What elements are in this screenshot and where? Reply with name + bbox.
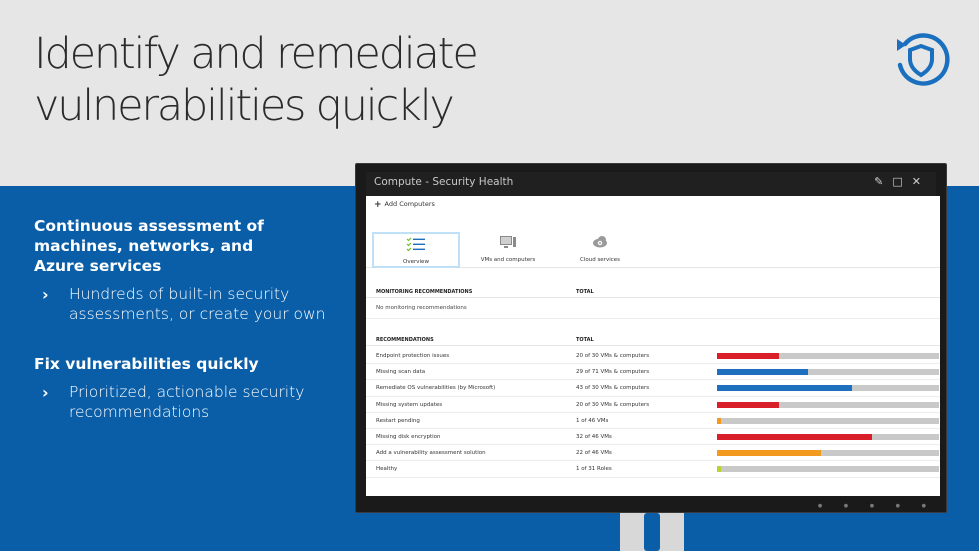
- recommendation-total: 1 of 31 Roles: [576, 466, 612, 473]
- computer-icon: [500, 236, 516, 248]
- pin-icon[interactable]: ✎: [874, 175, 892, 188]
- progress-fill: [717, 417, 722, 424]
- column-header: RECOMMENDATIONS: [376, 337, 434, 343]
- progress-track: [717, 401, 939, 408]
- empty-message: No monitoring recommendations: [376, 305, 467, 311]
- progress-track: [717, 369, 939, 376]
- close-icon[interactable]: ✕: [912, 175, 930, 188]
- progress-fill: [717, 385, 853, 392]
- progress-fill: [717, 433, 873, 440]
- progress-fill: [717, 369, 809, 376]
- bezel-buttons: ● ● ● ● ●: [817, 503, 936, 509]
- recommendation-total: 43 of 30 VMs & computers: [576, 385, 650, 392]
- window-title: Compute - Security Health: [374, 176, 514, 188]
- recommendation-total: 20 of 30 VMs & computers: [576, 353, 650, 359]
- recommendation-row[interactable]: Missing system updates 20 of 30 VMs & com…: [366, 397, 940, 413]
- recommendations-header: RECOMMENDATIONS TOTAL: [366, 332, 940, 346]
- heading-line: Fix vulnerabilities quickly: [34, 355, 259, 373]
- recommendation-name: Missing scan data: [376, 369, 426, 376]
- heading-line: Azure services: [34, 257, 162, 275]
- recommendation-name: Restart pending: [376, 417, 420, 424]
- monitor: Compute - Security Health ✎□✕ + Add Compu…: [355, 163, 947, 513]
- add-computers-label: Add Computers: [384, 200, 435, 208]
- chevron-right-icon: ›: [42, 285, 49, 304]
- tile-strip: Overview VMs and computers Cloud service…: [366, 218, 940, 268]
- recommendation-row[interactable]: Missing scan data 29 of 71 VMs & computer…: [366, 364, 940, 381]
- recommendation-name: Endpoint protection issues: [376, 353, 450, 359]
- section-heading: Fix vulnerabilities quickly: [34, 354, 344, 374]
- recommendation-name: Missing system updates: [376, 401, 443, 408]
- window-controls: ✎□✕: [874, 175, 930, 188]
- recommendations-list: Endpoint protection issues 20 of 30 VMs &…: [366, 348, 940, 478]
- checklist-icon: [406, 237, 425, 252]
- title-line: Identify and remediate: [34, 29, 479, 79]
- chevron-right-icon: ›: [42, 383, 49, 402]
- heading-line: Continuous assessment of: [34, 217, 264, 235]
- recommendation-total: 29 of 71 VMs & computers: [576, 369, 650, 376]
- tile-label: Overview: [403, 259, 429, 265]
- stand-slot: [644, 513, 660, 551]
- column-header: TOTAL: [576, 337, 594, 343]
- tile-overview[interactable]: Overview: [372, 232, 460, 268]
- progress-track: [717, 385, 939, 392]
- bullet-item: › Hundreds of built-in security assessme…: [34, 284, 344, 324]
- monitoring-header: MONITORING RECOMMENDATIONS TOTAL: [366, 284, 940, 298]
- bullet-line: recommendations: [69, 403, 210, 421]
- cloud-gear-icon: [593, 236, 607, 248]
- command-bar: + Add Computers: [366, 196, 940, 212]
- recommendation-total: 32 of 46 VMs: [576, 433, 612, 440]
- recommendation-row[interactable]: Missing disk encryption 32 of 46 VMs: [366, 429, 940, 446]
- tile-cloud-services[interactable]: Cloud services: [556, 232, 644, 268]
- progress-fill: [717, 353, 780, 359]
- column-header: MONITORING RECOMMENDATIONS: [376, 289, 473, 295]
- recommendation-name: Add a vulnerability assessment solution: [376, 450, 486, 457]
- heading-line: machines, networks, and: [34, 237, 254, 255]
- maximize-icon[interactable]: □: [892, 175, 911, 188]
- tile-label: Cloud services: [579, 257, 621, 263]
- progress-track: [717, 433, 939, 440]
- blade-content: + Add Computers Overview VMs and compute…: [366, 196, 940, 496]
- plus-icon: +: [374, 200, 382, 210]
- progress-track: [717, 417, 939, 424]
- recommendation-name: Missing disk encryption: [376, 433, 441, 440]
- column-header: TOTAL: [576, 289, 594, 295]
- slide-title: Identify and remediate vulnerabilities q…: [34, 28, 594, 132]
- bullet-line: Hundreds of built-in security: [69, 285, 290, 303]
- progress-fill: [717, 466, 722, 473]
- progress-track: [717, 353, 939, 359]
- recommendation-row[interactable]: Healthy 1 of 31 Roles: [366, 461, 940, 478]
- feature-list: Continuous assessment of machines, netwo…: [34, 216, 344, 422]
- recommendation-row[interactable]: Endpoint protection issues 20 of 30 VMs &…: [366, 348, 940, 365]
- bullet-line: Prioritized, actionable security: [69, 383, 305, 401]
- recommendation-row[interactable]: Add a vulnerability assessment solution 2…: [366, 445, 940, 462]
- title-line: vulnerabilities quickly: [34, 81, 455, 131]
- section-heading: Continuous assessment of machines, netwo…: [34, 216, 344, 276]
- add-computers-button[interactable]: + Add Computers: [374, 200, 435, 210]
- tile-label: VMs and computers: [480, 257, 536, 263]
- recommendation-row[interactable]: Restart pending 1 of 46 VMs: [366, 413, 940, 429]
- recommendation-row[interactable]: Remediate OS vulnerabilities (by Microso…: [366, 380, 940, 397]
- recommendation-total: 20 of 30 VMs & computers: [576, 401, 650, 408]
- progress-track: [717, 450, 939, 457]
- shield-refresh-icon: [897, 33, 950, 86]
- recommendation-total: 22 of 46 VMs: [576, 450, 612, 457]
- bullet-line: assessments, or create your own: [69, 305, 326, 323]
- recommendation-name: Remediate OS vulnerabilities (by Microso…: [376, 385, 496, 392]
- progress-fill: [717, 450, 822, 457]
- divider: [366, 318, 940, 319]
- recommendation-total: 1 of 46 VMs: [576, 417, 609, 424]
- tile-vms-and-computers[interactable]: VMs and computers: [464, 232, 552, 268]
- progress-track: [717, 466, 939, 473]
- progress-fill: [717, 401, 780, 408]
- bullet-item: › Prioritized, actionable security recom…: [34, 382, 344, 422]
- window-titlebar: Compute - Security Health ✎□✕: [366, 172, 936, 196]
- recommendation-name: Healthy: [376, 466, 398, 473]
